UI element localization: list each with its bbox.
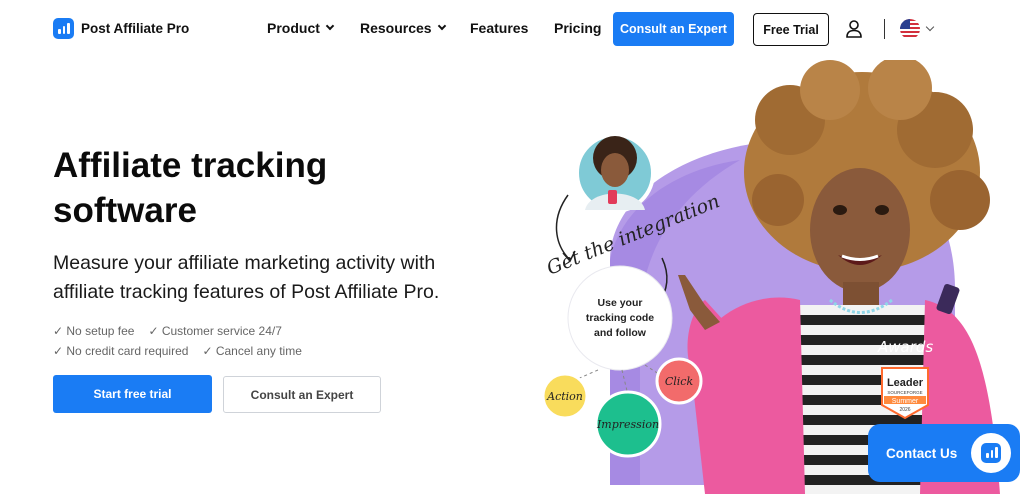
contact-us-button[interactable]: Contact Us — [868, 424, 1020, 482]
check-cancel-any-time: ✓ Cancel any time — [202, 344, 302, 358]
nav-features-label: Features — [470, 20, 529, 36]
consult-expert-nav-button[interactable]: Consult an Expert — [613, 12, 734, 46]
badge-season: Summer — [892, 398, 919, 405]
nav-item-features[interactable]: Features — [470, 20, 528, 36]
chevron-down-icon — [325, 21, 335, 31]
check-no-setup-fee: ✓ No setup fee — [53, 324, 135, 338]
top-navigation: Post Affiliate Pro Product Resources Fea… — [0, 0, 1024, 58]
svg-text:Action: Action — [546, 390, 583, 403]
nav-item-resources[interactable]: Resources — [360, 20, 446, 36]
instruction-bubble: Use your tracking code and follow — [567, 265, 673, 371]
brand-logo[interactable]: Post Affiliate Pro — [53, 18, 189, 39]
hero-subtitle-line1: Measure your affiliate marketing activit… — [53, 252, 436, 274]
check-customer-service: ✓ Customer service 24/7 — [148, 324, 282, 338]
user-account-icon[interactable] — [846, 20, 862, 38]
svg-text:and follow: and follow — [594, 327, 647, 339]
hero-subtitle-line2: affiliate tracking features of Post Affi… — [53, 281, 440, 303]
nav-pricing-label: Pricing — [554, 20, 602, 36]
start-free-trial-button[interactable]: Start free trial — [53, 375, 212, 413]
us-flag-icon[interactable] — [900, 19, 920, 39]
contact-us-label: Contact Us — [886, 445, 958, 461]
hero-title-line2: software — [53, 191, 197, 230]
nav-item-pricing[interactable]: Pricing — [554, 20, 601, 36]
consult-expert-button[interactable]: Consult an Expert — [223, 376, 381, 413]
nav-item-product[interactable]: Product — [267, 20, 335, 36]
nav-divider — [884, 19, 885, 39]
brand-name: Post Affiliate Pro — [81, 21, 190, 36]
logo-mark-icon — [53, 18, 74, 39]
chat-logo-icon — [971, 433, 1011, 473]
feature-checklist: ✓ No setup fee ✓ Customer service 24/7 ✓… — [53, 321, 302, 361]
check-no-credit-card: ✓ No credit card required — [53, 344, 189, 358]
avatar-circle — [575, 133, 655, 213]
hero-subtitle: Measure your affiliate marketing activit… — [53, 249, 483, 307]
hero-title: Affiliate tracking software — [53, 143, 433, 233]
nav-resources-label: Resources — [360, 20, 432, 36]
click-bubble: Click — [655, 357, 703, 405]
chevron-down-icon — [437, 21, 446, 31]
nav-product-label: Product — [267, 20, 320, 36]
free-trial-nav-button[interactable]: Free Trial — [753, 13, 829, 46]
svg-text:Click: Click — [665, 375, 694, 388]
badge-year: 2026 — [899, 407, 910, 413]
svg-text:Use your: Use your — [598, 297, 643, 309]
svg-text:tracking code: tracking code — [586, 312, 654, 324]
badge-source: SOURCEFORGE — [887, 390, 922, 395]
hero-title-line1: Affiliate tracking — [53, 146, 328, 185]
language-chevron-down-icon[interactable] — [925, 22, 935, 32]
impression-bubble: Impression — [594, 390, 662, 458]
badge-title: Leader — [887, 377, 924, 389]
awards-label: Awards — [877, 338, 933, 356]
action-bubble: Action — [541, 372, 589, 420]
svg-text:Impression: Impression — [596, 418, 659, 431]
